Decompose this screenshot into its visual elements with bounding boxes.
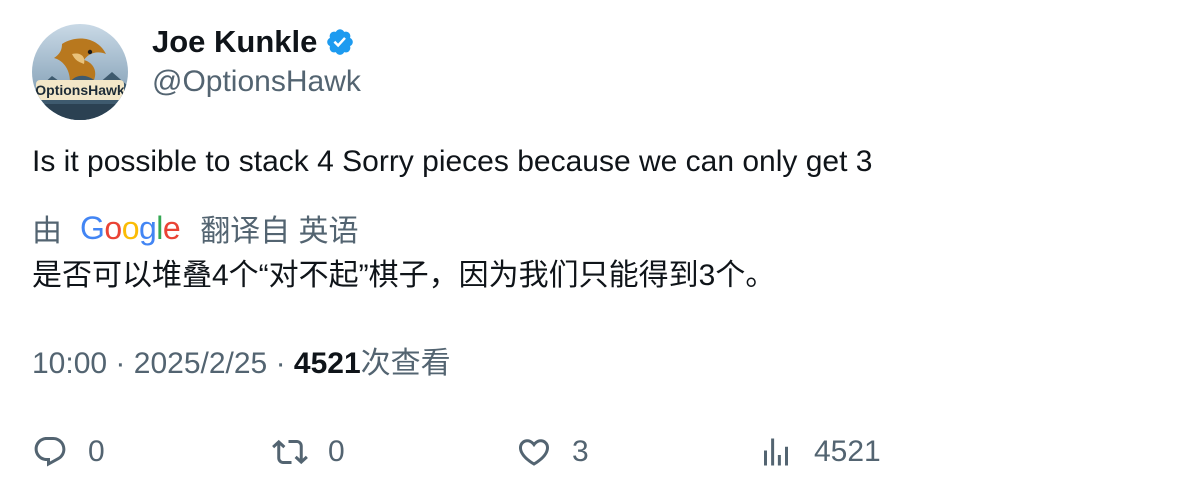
author-name-text[interactable]: Joe Kunkle — [152, 22, 317, 62]
heart-icon — [518, 439, 550, 466]
like-count: 3 — [572, 435, 589, 468]
translation-attribution: 由 Google 翻译自 英语 — [32, 206, 359, 250]
retweet-icon — [272, 439, 308, 465]
avatar[interactable]: OptionsHawk — [32, 24, 128, 120]
reply-button[interactable]: 0 — [32, 430, 105, 474]
like-button[interactable]: 3 — [516, 430, 589, 474]
avatar-text: OptionsHawk — [35, 82, 125, 98]
action-bar: 0 0 3 4521 — [32, 430, 1172, 474]
tweet-time[interactable]: 10:00 — [32, 347, 107, 380]
tweet-text: Is it possible to stack 4 Sorry pieces b… — [32, 145, 873, 178]
translated-by-label: 由 — [32, 215, 62, 248]
analytics-bar-icon — [764, 438, 788, 466]
meta-separator: · — [275, 347, 286, 380]
author-name[interactable]: Joe Kunkle — [152, 22, 355, 62]
reply-icon — [34, 437, 66, 467]
google-logo-icon: Google — [80, 209, 181, 246]
translated-from-label[interactable]: 翻译自 英语 — [200, 206, 358, 250]
views-action-count: 4521 — [814, 435, 881, 468]
retweet-count: 0 — [328, 435, 345, 468]
views-count: 4521 — [293, 347, 361, 380]
author-handle[interactable]: @OptionsHawk — [152, 62, 361, 102]
reply-count: 0 — [88, 435, 105, 468]
views-button[interactable]: 4521 — [758, 430, 881, 474]
verified-badge-icon[interactable] — [325, 27, 355, 57]
translated-text: 是否可以堆叠4个“对不起”棋子，因为我们只能得到3个。 — [32, 259, 776, 292]
views-label: 次查看 — [360, 347, 451, 380]
meta-separator: · — [115, 347, 126, 380]
tweet-date[interactable]: 2025/2/25 — [134, 347, 267, 380]
retweet-button[interactable]: 0 — [272, 430, 345, 474]
tweet-meta: 10:00 · 2025/2/25 · 4521次查看 — [32, 344, 451, 384]
options-hawk-avatar-icon: OptionsHawk — [32, 24, 128, 120]
